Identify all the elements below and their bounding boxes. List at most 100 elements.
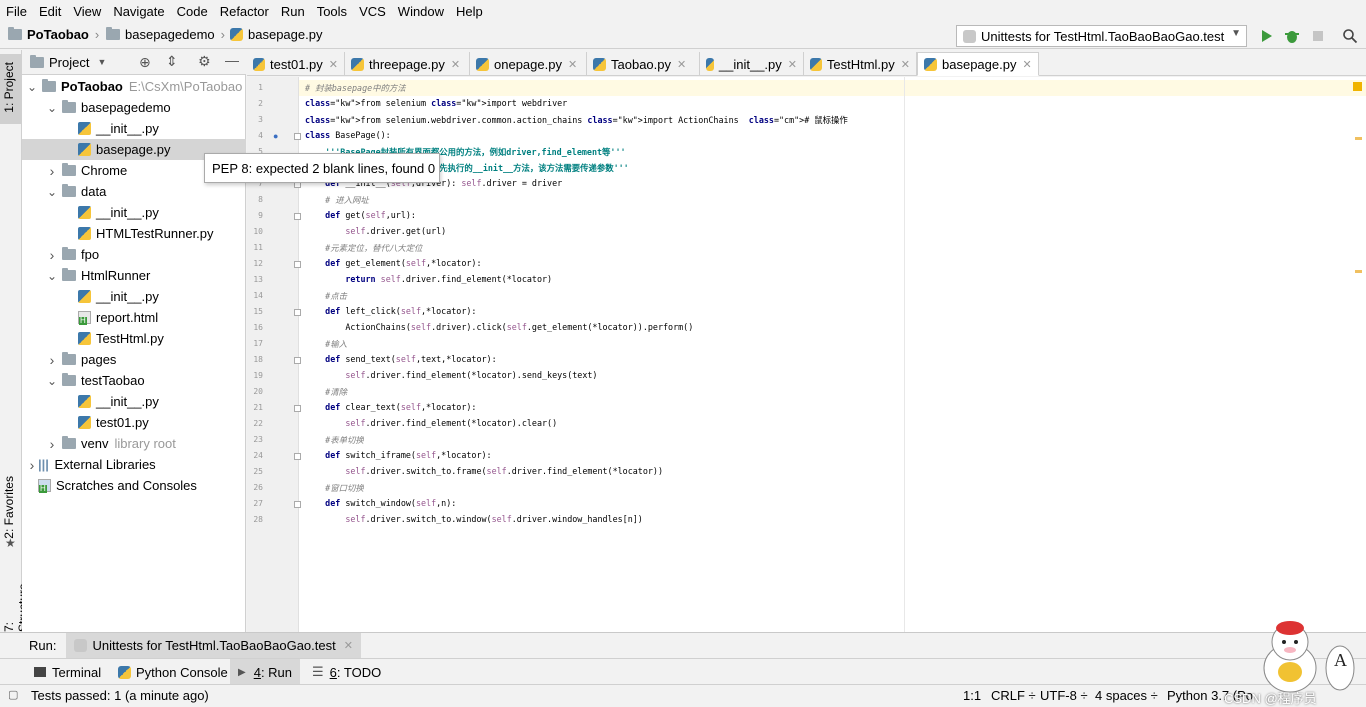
hide-icon[interactable]: — xyxy=(225,52,239,68)
tree-item[interactable]: __init__.py xyxy=(22,202,246,223)
tree-item[interactable]: TestHtml.py xyxy=(22,328,246,349)
line-number: 16 xyxy=(253,323,263,332)
tree-item[interactable]: __init__.py xyxy=(22,391,246,412)
chevron-down-icon[interactable]: ⌄ xyxy=(46,185,58,199)
menu-vcs[interactable]: VCS xyxy=(353,4,392,19)
menu-window[interactable]: Window xyxy=(392,4,450,19)
close-icon[interactable]: ✕ xyxy=(568,58,577,71)
warning-stripe[interactable] xyxy=(1355,270,1362,273)
folder-icon xyxy=(62,184,76,197)
indent-setting[interactable]: 4 spaces ÷ xyxy=(1095,688,1158,703)
tab-terminal[interactable]: Terminal xyxy=(26,659,109,685)
fold-marker-icon[interactable] xyxy=(294,357,301,364)
project-panel-title[interactable]: Project xyxy=(49,55,89,70)
close-icon[interactable]: ✕ xyxy=(344,639,353,652)
chevron-down-icon[interactable]: ▼ xyxy=(97,57,106,67)
fold-marker-icon[interactable] xyxy=(294,133,301,140)
fold-marker-icon[interactable] xyxy=(294,501,301,508)
code-line: self.driver.find_element(*locator).send_… xyxy=(345,370,598,380)
menu-code[interactable]: Code xyxy=(171,4,214,19)
close-icon[interactable]: ✕ xyxy=(677,58,686,71)
tab-taobao[interactable]: Taobao.py ✕ xyxy=(587,52,700,76)
fold-marker-icon[interactable] xyxy=(294,309,301,316)
warning-marker-icon[interactable] xyxy=(1353,82,1362,91)
tree-item[interactable]: › pages xyxy=(22,349,246,370)
breadcrumb-folder[interactable]: basepagedemo › xyxy=(106,27,225,42)
run-tab[interactable]: Unittests for TestHtml.TaoBaoBaoGao.test… xyxy=(66,632,361,659)
run-button[interactable] xyxy=(1257,27,1275,45)
breadcrumb-file[interactable]: basepage.py xyxy=(230,27,322,42)
menu-tools[interactable]: Tools xyxy=(311,4,353,19)
tree-item[interactable]: __init__.py xyxy=(22,286,246,307)
status-message[interactable]: Tests passed: 1 (a minute ago) xyxy=(31,688,209,703)
menu-file[interactable]: File xyxy=(0,4,33,19)
tree-item[interactable]: ⌄ basepagedemo xyxy=(22,97,246,118)
tree-item[interactable]: › fpo xyxy=(22,244,246,265)
menu-run[interactable]: Run xyxy=(275,4,311,19)
chevron-down-icon[interactable]: ⌄ xyxy=(26,80,38,94)
tab-python-console[interactable]: Python Console xyxy=(110,659,236,685)
stop-button[interactable] xyxy=(1309,27,1327,45)
fold-marker-icon[interactable] xyxy=(294,261,301,268)
tree-item[interactable]: report.html xyxy=(22,307,246,328)
tree-item[interactable]: ⌄ HtmlRunner xyxy=(22,265,246,286)
chevron-right-icon[interactable]: › xyxy=(26,457,38,473)
close-icon[interactable]: ✕ xyxy=(1022,58,1031,71)
tree-item[interactable]: ⌄ testTaobao xyxy=(22,370,246,391)
menu-edit[interactable]: Edit xyxy=(33,4,67,19)
tab-init[interactable]: __init__.py ✕ xyxy=(700,52,804,76)
tab-testhtml[interactable]: TestHtml.py ✕ xyxy=(804,52,917,76)
chevron-right-icon[interactable]: › xyxy=(46,247,58,263)
tree-item[interactable]: › ||| External Libraries xyxy=(22,454,246,475)
favorites-tool-tab[interactable]: 2: Favorites ★ xyxy=(0,470,22,555)
tree-item[interactable]: Scratches and Consoles xyxy=(22,475,246,496)
chevron-right-icon[interactable]: › xyxy=(46,436,58,452)
tree-item[interactable]: › venv library root xyxy=(22,433,246,454)
tab-onepage[interactable]: onepage.py ✕ xyxy=(470,52,587,76)
caret-position[interactable]: 1:1 xyxy=(963,688,981,703)
close-icon[interactable]: ✕ xyxy=(901,58,910,71)
breadcrumb-project[interactable]: PoTaobao › xyxy=(8,27,99,42)
menu-view[interactable]: View xyxy=(67,4,107,19)
chevron-down-icon[interactable]: ⌄ xyxy=(46,269,58,283)
python-file-icon xyxy=(78,227,91,240)
override-marker-icon[interactable]: ● xyxy=(273,131,278,141)
python-file-icon xyxy=(78,206,91,219)
tree-item[interactable]: ⌄ data xyxy=(22,181,246,202)
fold-marker-icon[interactable] xyxy=(294,405,301,412)
chevron-right-icon[interactable]: › xyxy=(46,163,58,179)
debug-button[interactable] xyxy=(1283,27,1301,45)
line-separator[interactable]: CRLF ÷ xyxy=(991,688,1036,703)
menu-help[interactable]: Help xyxy=(450,4,489,19)
locate-icon[interactable]: ⊕ xyxy=(139,54,151,71)
collapse-all-icon[interactable]: ⇕ xyxy=(166,53,178,70)
warning-stripe[interactable] xyxy=(1355,137,1362,140)
close-icon[interactable]: ✕ xyxy=(329,58,338,71)
chevron-right-icon[interactable]: › xyxy=(46,352,58,368)
tree-item-label: Scratches and Consoles xyxy=(56,478,197,493)
tree-item[interactable]: ⌄ PoTaobao E:\CsXm\PoTaobao xyxy=(22,76,246,97)
close-icon[interactable]: ✕ xyxy=(788,58,797,71)
tab-todo[interactable]: ☰ 6: TODO xyxy=(304,659,389,685)
tab-threepage[interactable]: threepage.py ✕ xyxy=(345,52,470,76)
close-icon[interactable]: ✕ xyxy=(451,58,460,71)
run-config-selector[interactable]: Unittests for TestHtml.TaoBaoBaoGao.test… xyxy=(956,25,1247,47)
tab-run[interactable]: ▶ 4: Run xyxy=(230,659,301,685)
tab-test01[interactable]: test01.py ✕ xyxy=(247,52,345,76)
chevron-down-icon[interactable]: ⌄ xyxy=(46,374,58,388)
fold-marker-icon[interactable] xyxy=(294,213,301,220)
tree-item[interactable]: __init__.py xyxy=(22,118,246,139)
file-encoding[interactable]: UTF-8 ÷ xyxy=(1040,688,1088,703)
chevron-down-icon[interactable]: ⌄ xyxy=(46,101,58,115)
project-tool-tab[interactable]: 1: Project xyxy=(0,54,22,124)
structure-tool-tab[interactable]: 7: Structure xyxy=(0,568,30,632)
menu-refactor[interactable]: Refactor xyxy=(214,4,275,19)
tab-basepage[interactable]: basepage.py ✕ xyxy=(917,52,1039,76)
search-button[interactable] xyxy=(1341,27,1359,45)
tree-item[interactable]: test01.py xyxy=(22,412,246,433)
tree-item[interactable]: HTMLTestRunner.py xyxy=(22,223,246,244)
menu-navigate[interactable]: Navigate xyxy=(107,4,170,19)
fold-marker-icon[interactable] xyxy=(294,453,301,460)
gear-icon[interactable]: ⚙ xyxy=(198,53,211,70)
scratch-icon xyxy=(38,479,51,493)
